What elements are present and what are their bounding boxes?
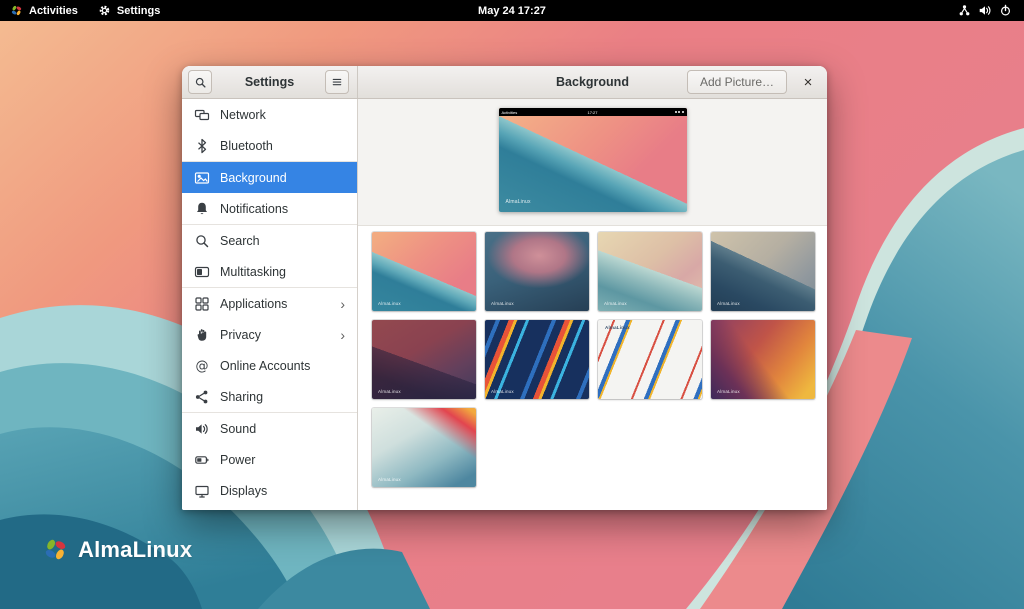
almalinux-logo-text: AlmaLinux <box>78 537 192 563</box>
hand-icon <box>194 327 210 343</box>
sidebar-item-search[interactable]: Search <box>182 225 357 256</box>
sidebar-item-background[interactable]: Background <box>182 162 357 193</box>
close-button[interactable]: × <box>797 71 819 93</box>
sidebar-item-displays[interactable]: Displays <box>182 475 357 506</box>
window-titlebar[interactable]: Settings Background Add Picture… × <box>182 66 827 99</box>
wallpaper-watermark: AlmaLinux <box>717 301 740 306</box>
current-wallpaper-preview: Activities 17:27 AlmaLinux <box>499 108 687 212</box>
primary-menu-button[interactable] <box>325 70 349 94</box>
close-icon: × <box>804 74 813 91</box>
wallpaper-watermark: AlmaLinux <box>378 477 401 482</box>
monitor-icon <box>194 483 210 499</box>
almalinux-pinwheel-icon <box>42 536 69 563</box>
wallpaper-thumb-paint-dark[interactable]: AlmaLinux <box>485 320 589 399</box>
sidebar-item-applications[interactable]: Applications › <box>182 288 357 319</box>
network-icon <box>194 107 210 123</box>
top-bar: Activities Settings May 24 17:27 <box>0 0 1024 21</box>
speaker-icon <box>194 421 210 437</box>
almalinux-pinwheel-icon <box>10 4 23 17</box>
hamburger-menu-icon <box>331 76 343 88</box>
wallpaper-thumb-waves-light[interactable]: AlmaLinux <box>372 408 476 487</box>
multitasking-icon <box>194 264 210 280</box>
desktop: Activities Settings May 24 17:27 <box>0 0 1024 609</box>
volume-icon <box>978 4 992 17</box>
current-wallpaper-strip: Activities 17:27 AlmaLinux <box>358 99 827 226</box>
sidebar-item-sharing[interactable]: Sharing <box>182 381 357 412</box>
preview-top-bar: Activities 17:27 <box>499 108 687 116</box>
sidebar-item-bluetooth[interactable]: Bluetooth <box>182 130 357 161</box>
sidebar-item-power[interactable]: Power <box>182 444 357 475</box>
wallpaper-watermark: AlmaLinux <box>378 389 401 394</box>
wallpaper-watermark: AlmaLinux <box>506 199 531 205</box>
clock-label[interactable]: May 24 17:27 <box>478 5 546 17</box>
power-icon <box>999 4 1012 17</box>
wallpaper-watermark: AlmaLinux <box>717 389 740 394</box>
system-status-area[interactable] <box>952 0 1018 21</box>
sidebar-item-multitasking[interactable]: Multitasking <box>182 256 357 287</box>
network-icon <box>958 4 971 17</box>
bluetooth-icon <box>194 138 210 154</box>
bell-icon <box>194 201 210 217</box>
grid-icon <box>194 296 210 312</box>
settings-window: Settings Background Add Picture… × <box>182 66 827 510</box>
activities-label: Activities <box>29 5 78 17</box>
wallpaper-thumb-paint-light[interactable]: AlmaLinux <box>598 320 702 399</box>
at-icon: @ <box>194 358 210 374</box>
chevron-right-icon: › <box>340 328 347 342</box>
preview-clock: 17:27 <box>499 110 687 115</box>
settings-sidebar: Network Bluetooth <box>182 99 358 510</box>
almalinux-desktop-logo: AlmaLinux <box>42 536 192 563</box>
wallpaper-watermark: AlmaLinux <box>605 325 630 330</box>
svg-text:@: @ <box>196 359 209 374</box>
wallpaper-thumb-waves-morning[interactable]: AlmaLinux <box>598 232 702 311</box>
search-button[interactable] <box>188 70 212 94</box>
wallpaper-watermark: AlmaLinux <box>491 301 514 306</box>
sidebar-item-privacy[interactable]: Privacy › <box>182 319 357 350</box>
activities-button[interactable]: Activities <box>0 0 88 21</box>
wallpaper-watermark: AlmaLinux <box>604 301 627 306</box>
image-icon <box>194 170 210 186</box>
add-picture-button[interactable]: Add Picture… <box>687 70 787 94</box>
titlebar-right: Background Add Picture… × <box>358 66 827 98</box>
wallpaper-grid: AlmaLinux AlmaLinux AlmaLinux AlmaLinux … <box>358 226 827 487</box>
battery-icon <box>194 452 210 468</box>
chevron-right-icon: › <box>340 297 347 311</box>
sidebar-item-online-accounts[interactable]: @ Online Accounts <box>182 350 357 381</box>
wallpaper-thumb-waves-twilight[interactable]: AlmaLinux <box>485 232 589 311</box>
background-panel: Activities 17:27 AlmaLinux AlmaLinux Alm… <box>358 99 827 510</box>
gear-icon <box>98 4 111 17</box>
sidebar-item-sound[interactable]: Sound <box>182 413 357 444</box>
search-icon <box>194 233 210 249</box>
wallpaper-thumb-mountains-red[interactable]: AlmaLinux <box>372 320 476 399</box>
wallpaper-thumb-waves-day[interactable]: AlmaLinux <box>372 232 476 311</box>
sidebar-item-network[interactable]: Network <box>182 99 357 130</box>
wallpaper-watermark: AlmaLinux <box>378 301 401 306</box>
wallpaper-thumb-waves-dark[interactable]: AlmaLinux <box>711 232 815 311</box>
app-menu-label: Settings <box>117 5 160 17</box>
wallpaper-thumb-sunset[interactable]: AlmaLinux <box>711 320 815 399</box>
wallpaper-watermark: AlmaLinux <box>491 389 514 394</box>
sidebar-item-notifications[interactable]: Notifications <box>182 193 357 224</box>
app-menu-settings[interactable]: Settings <box>88 0 170 21</box>
search-icon <box>194 76 207 89</box>
titlebar-left: Settings <box>182 66 358 98</box>
share-icon <box>194 389 210 405</box>
